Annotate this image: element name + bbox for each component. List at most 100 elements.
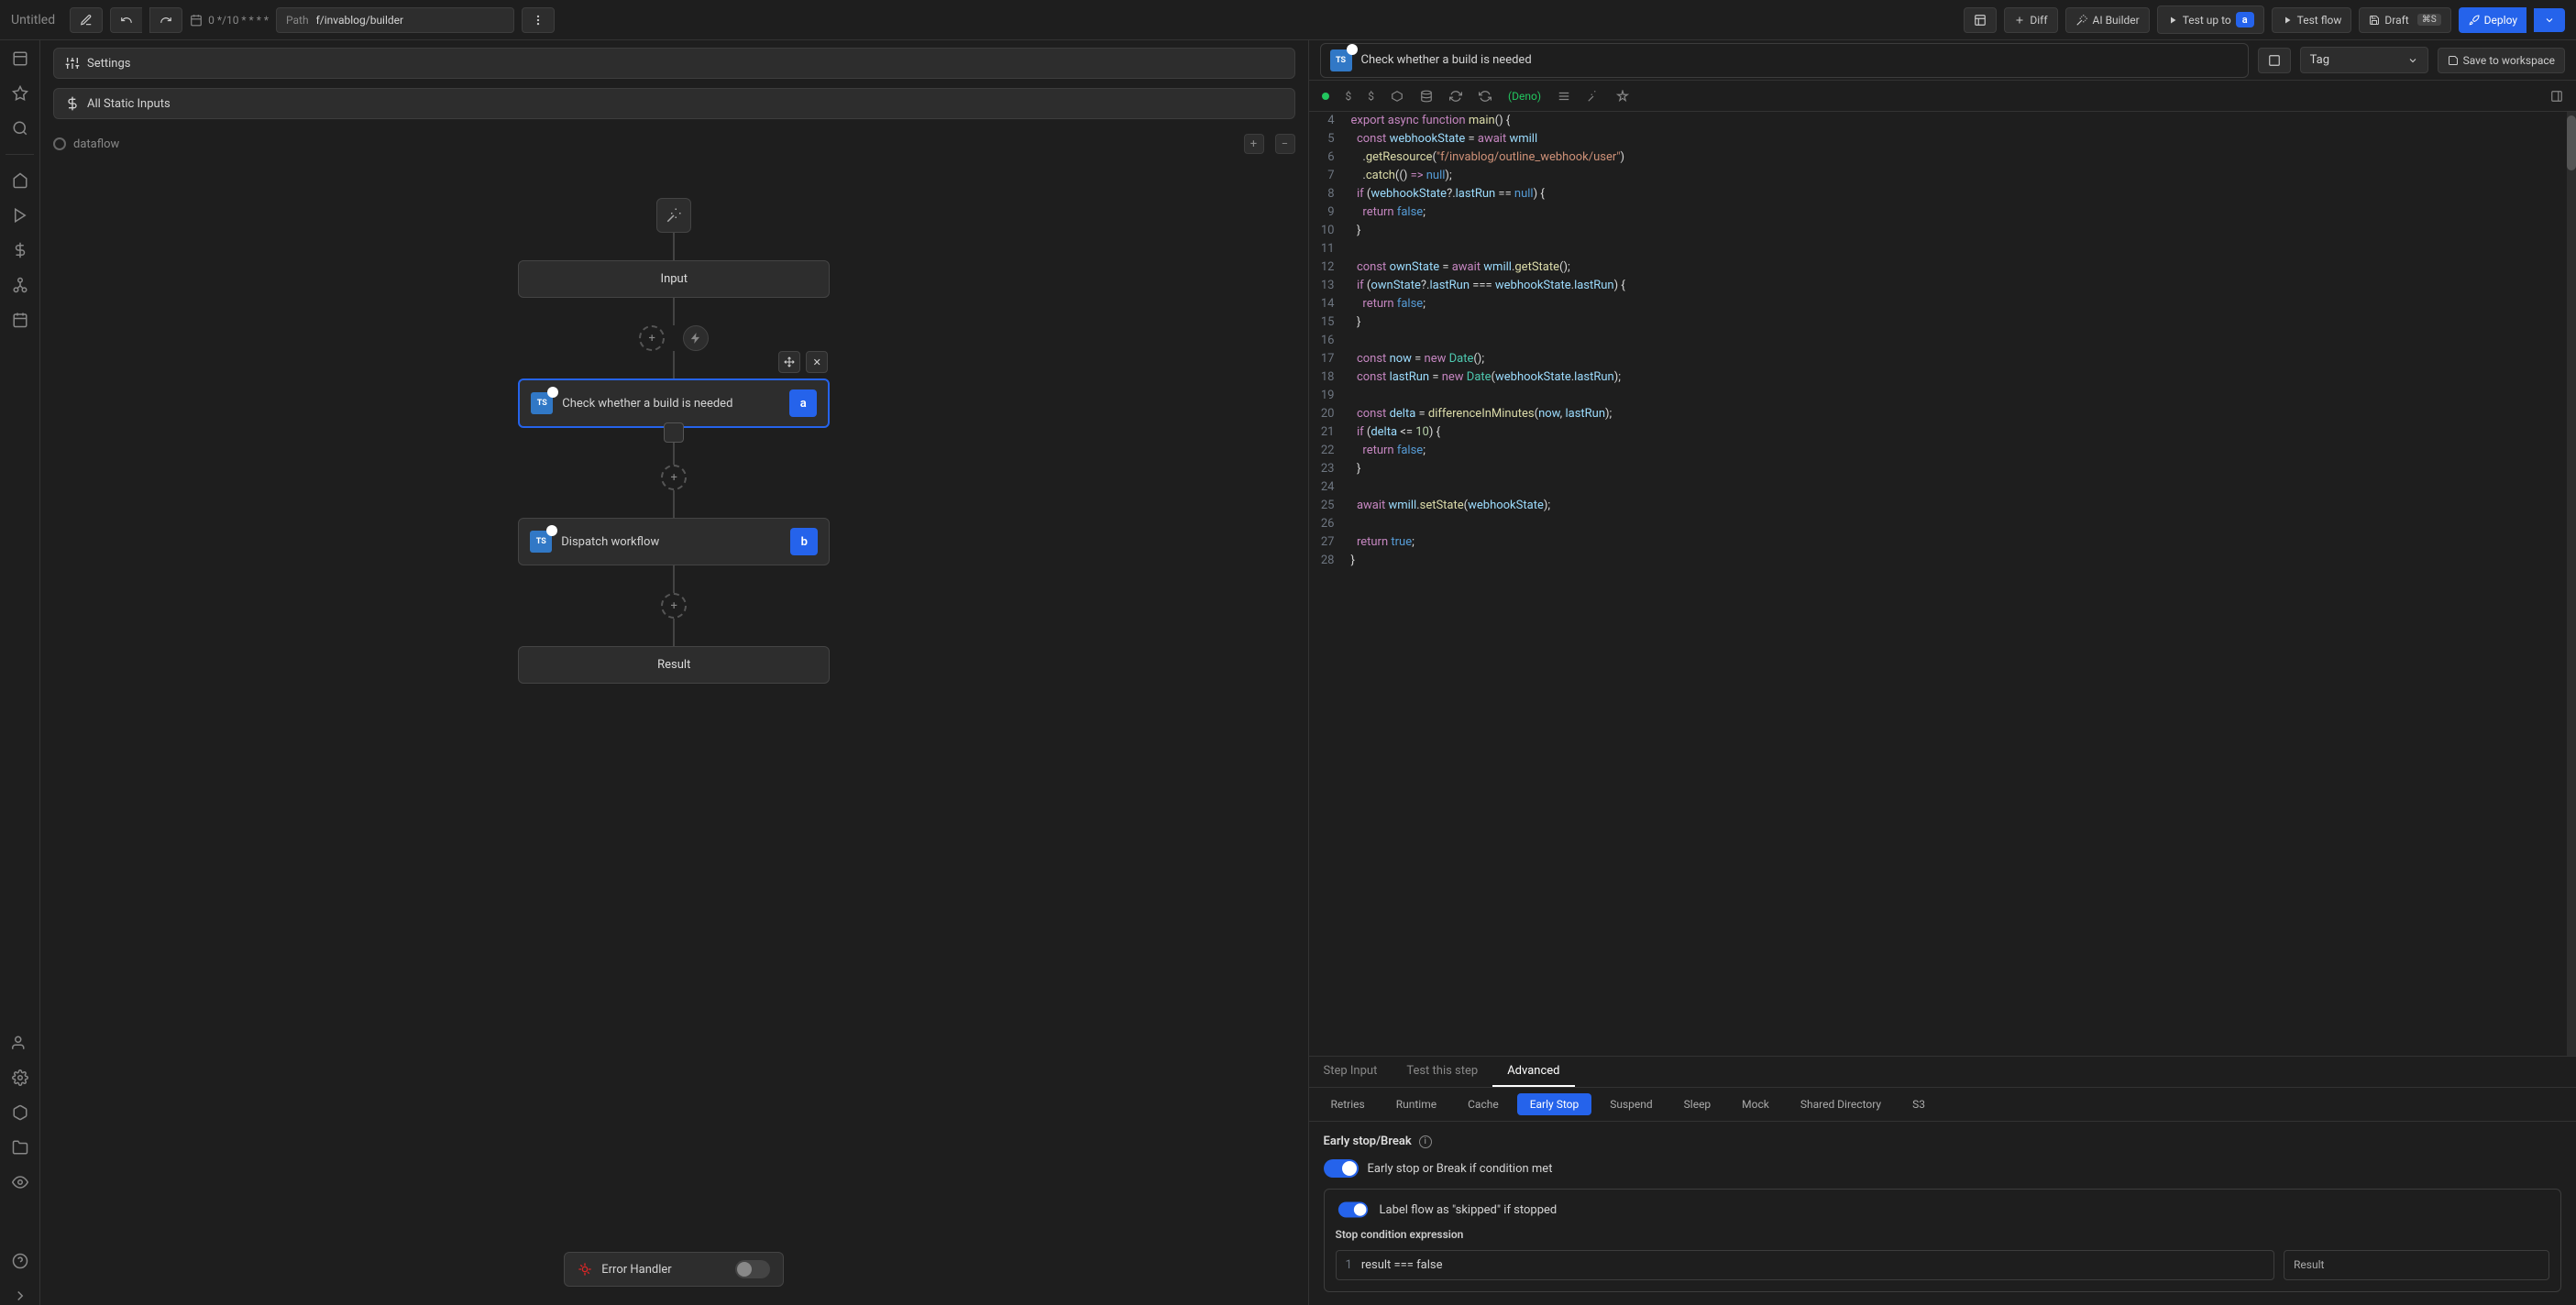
dataflow-toggle[interactable] [53, 137, 66, 150]
rail-dollar[interactable] [11, 241, 29, 259]
path-field[interactable]: Path f/invablog/builder [276, 7, 514, 33]
all-static-inputs-row[interactable]: All Static Inputs [53, 88, 1295, 119]
rail-eye[interactable] [11, 1173, 29, 1191]
toolbar-reload[interactable] [1479, 90, 1492, 103]
editor-scrollbar[interactable] [2567, 112, 2576, 1056]
subtab-sleep[interactable]: Sleep [1671, 1093, 1724, 1115]
step-delete-button[interactable]: ✕ [806, 351, 828, 373]
error-handler-label: Error Handler [601, 1263, 671, 1277]
step-title-input[interactable]: TS Check whether a build is needed [1320, 43, 2249, 78]
layout-toggle-button[interactable] [1964, 7, 1997, 33]
rail-play[interactable] [11, 206, 29, 225]
code-gutter: 4567891011121314151617181920212223242526… [1309, 112, 1344, 1056]
tag-select[interactable]: Tag [2300, 47, 2428, 73]
zoom-in-button[interactable]: + [1244, 134, 1264, 154]
rail-settings[interactable] [11, 1069, 29, 1087]
zoom-out-button[interactable]: − [1275, 134, 1295, 154]
draft-button[interactable]: Draft ⌘S [2359, 7, 2450, 33]
toolbar-db[interactable] [1420, 90, 1433, 103]
toolbar-ask[interactable] [1616, 90, 1629, 103]
toolbar-refresh[interactable] [1449, 90, 1462, 103]
flow-title: Untitled [11, 13, 55, 27]
edit-title-button[interactable] [70, 7, 103, 33]
rail-calendar[interactable] [11, 311, 29, 329]
add-step-after-a[interactable]: + [661, 465, 687, 490]
subtab-cache[interactable]: Cache [1455, 1093, 1512, 1115]
tab-test-step[interactable]: Test this step [1392, 1057, 1492, 1087]
calendar-icon [190, 14, 203, 27]
rail-star[interactable] [11, 84, 29, 103]
subtab-runtime[interactable]: Runtime [1383, 1093, 1449, 1115]
ts-badge-icon: TS [1330, 49, 1352, 71]
toolbar-box[interactable] [1391, 90, 1404, 103]
redo-button[interactable] [149, 7, 182, 33]
subtab-mock[interactable]: Mock [1729, 1093, 1782, 1115]
settings-row[interactable]: Settings [53, 48, 1295, 79]
test-up-to-button[interactable]: Test up to a [2157, 5, 2264, 34]
result-node[interactable]: Result [518, 646, 830, 684]
deploy-button[interactable]: Deploy [2459, 7, 2526, 33]
toolbar-dollar[interactable]: $ [1346, 90, 1352, 103]
rail-tree[interactable] [11, 276, 29, 294]
flow-canvas[interactable]: Input + ✕ TS [40, 161, 1308, 1305]
add-step-after-b[interactable]: + [661, 593, 687, 619]
step-move-button[interactable] [778, 351, 800, 373]
step-a-node[interactable]: ✕ TS Check whether a build is needed a [518, 378, 830, 428]
rail-folder[interactable] [11, 1138, 29, 1157]
chevron-down-icon [2407, 55, 2418, 66]
wand-icon [666, 207, 682, 224]
tab-advanced[interactable]: Advanced [1492, 1057, 1574, 1087]
tag-label: Tag [2310, 53, 2329, 67]
label-skipped-toggle[interactable] [1338, 1202, 1367, 1218]
rail-collapse[interactable] [11, 1287, 29, 1305]
input-node[interactable]: Input [518, 260, 830, 298]
ts-badge-icon: TS [531, 392, 553, 414]
code-editor[interactable]: export async function main() { const web… [1344, 112, 2568, 1056]
stop-condition-label: Stop condition expression [1336, 1228, 2550, 1241]
rail-help[interactable] [11, 1252, 29, 1270]
toolbar-ai[interactable] [1587, 90, 1600, 103]
schedule-display[interactable]: 0 */10 * * * * [190, 14, 269, 27]
toolbar-sidebar[interactable] [2550, 90, 2563, 103]
step-title-text: Check whether a build is needed [1361, 53, 2239, 67]
subtab-retries[interactable]: Retries [1318, 1093, 1378, 1115]
trigger-node[interactable] [656, 198, 691, 233]
rail-search[interactable] [11, 119, 29, 137]
test-flow-button[interactable]: Test flow [2272, 7, 2352, 33]
subtab-shared-dir[interactable]: Shared Directory [1788, 1093, 1894, 1115]
rail-box[interactable] [11, 1103, 29, 1122]
rail-users[interactable] [11, 1034, 29, 1052]
deploy-menu-button[interactable] [2534, 8, 2565, 32]
expression-editor[interactable]: 1 result === false [1336, 1250, 2275, 1280]
rail-home2[interactable] [11, 171, 29, 190]
subtab-suspend[interactable]: Suspend [1597, 1093, 1665, 1115]
runtime-label: (Deno) [1508, 90, 1541, 103]
expand-editor-button[interactable] [2258, 48, 2291, 73]
add-step-before-a[interactable]: + [639, 325, 665, 351]
plus-icon [2014, 15, 2025, 26]
info-icon[interactable]: i [1419, 1135, 1432, 1148]
early-stop-toggle-label: Early stop or Break if condition met [1368, 1162, 1553, 1176]
ai-builder-label: AI Builder [2093, 14, 2140, 27]
settings-label: Settings [87, 57, 130, 71]
step-b-node[interactable]: TS Dispatch workflow b [518, 518, 830, 565]
toolbar-format[interactable] [1558, 90, 1570, 103]
test-flow-label: Test flow [2297, 14, 2342, 27]
error-handler-switch[interactable] [735, 1260, 770, 1278]
rail-home[interactable] [11, 49, 29, 68]
tab-step-input[interactable]: Step Input [1309, 1057, 1393, 1087]
ai-builder-button[interactable]: AI Builder [2065, 7, 2150, 33]
undo-button[interactable] [110, 7, 142, 33]
draft-label: Draft [2384, 14, 2408, 27]
error-handler-toggle[interactable]: Error Handler [564, 1252, 784, 1287]
save-to-workspace-button[interactable]: Save to workspace [2438, 48, 2565, 73]
subtab-early-stop[interactable]: Early Stop [1517, 1093, 1592, 1115]
early-stop-toggle[interactable] [1324, 1159, 1359, 1178]
more-menu-button[interactable] [522, 7, 555, 33]
subtab-s3[interactable]: S3 [1899, 1093, 1938, 1115]
step-condition-box[interactable] [664, 422, 684, 443]
test-up-to-label: Test up to [2183, 14, 2231, 27]
diff-button[interactable]: Diff [2004, 7, 2057, 33]
branch-node[interactable] [683, 325, 709, 351]
toolbar-dollar2[interactable]: $ [1368, 90, 1374, 103]
